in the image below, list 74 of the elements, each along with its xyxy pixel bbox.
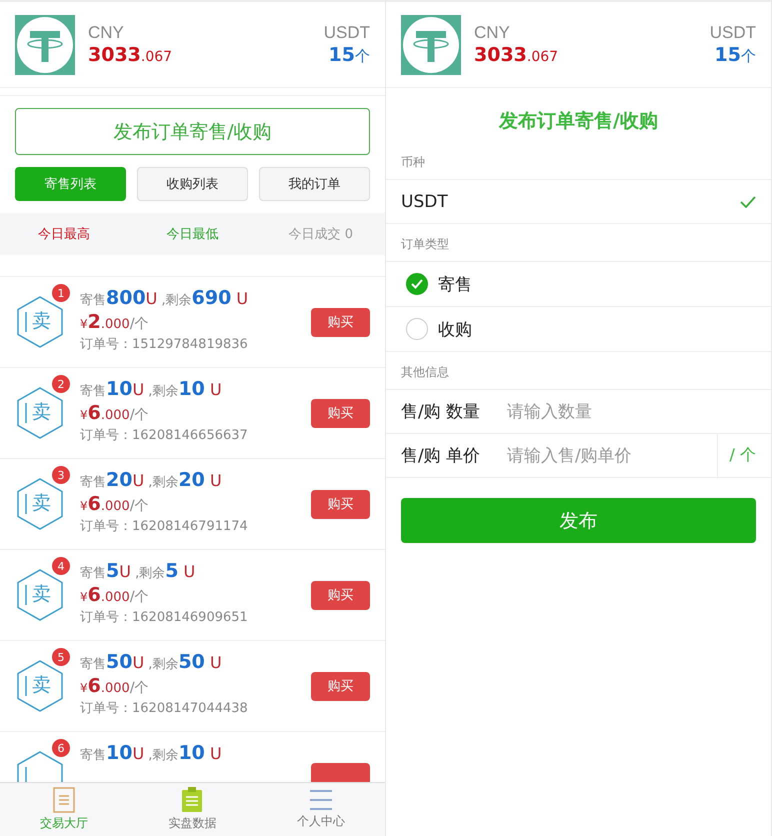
tether-logo (15, 14, 75, 74)
check-icon (411, 279, 423, 289)
order-number: 订单号：16208146791174 (80, 518, 249, 535)
index-badge: 2 (52, 375, 70, 393)
order-number: 订单号：16208147044438 (80, 700, 249, 717)
buy-button[interactable]: 购买 (311, 672, 370, 700)
usdt-balance: 15个 (714, 44, 756, 67)
field-label: 售/购 数量 (401, 401, 482, 423)
hexagon-icon (16, 478, 64, 530)
hexagon-icon (16, 569, 64, 621)
stat-label: 今日成交 0 (288, 226, 354, 243)
section-label: 币种 (386, 142, 771, 180)
cny-balance: 3033.067 (88, 44, 172, 68)
hexagon-icon (16, 660, 64, 712)
coin-option[interactable]: USDT (401, 192, 730, 212)
unit-suffix: / 个 (716, 434, 756, 477)
order-number: 订单号：16208146656637 (80, 427, 249, 444)
cny-balance: 3033.067 (474, 44, 558, 68)
order-number: 订单号：15129784819836 (80, 336, 249, 353)
radio-label: 寄售 (438, 274, 473, 296)
order-price: ¥2.000/个 (80, 311, 150, 333)
currency-label: CNY (88, 22, 124, 44)
order-summary: 寄售 20U ,剩余20 U (80, 469, 223, 491)
list-tab[interactable]: 我的订单 (259, 167, 370, 201)
publish-order-button[interactable]: 发布订单寄售/收购 (15, 108, 370, 155)
nav-tab[interactable]: 个人中心 (296, 813, 345, 830)
index-badge: 5 (52, 648, 70, 666)
index-badge: 1 (52, 284, 70, 302)
order-price: ¥6.000/个 (80, 402, 150, 424)
currency-label: CNY (474, 22, 510, 44)
index-badge: 4 (52, 557, 70, 575)
order-price: ¥6.000/个 (80, 675, 150, 697)
sell-mark: 卖 (32, 400, 51, 424)
radio-button[interactable] (406, 273, 428, 295)
order-price: ¥6.000/个 (80, 493, 150, 515)
order-summary: 寄售 50U ,剩余50 U (80, 651, 223, 673)
list-tab[interactable]: 收购列表 (137, 167, 248, 201)
order-summary: 寄售 10U ,剩余10 U (80, 742, 223, 764)
tether-logo (401, 14, 461, 74)
usdt-balance: 15个 (328, 44, 370, 67)
stat-label: 今日最低 (165, 226, 220, 243)
radio-label: 收购 (438, 318, 473, 340)
sell-mark: 卖 (32, 582, 51, 606)
buy-button[interactable]: 购买 (311, 580, 370, 610)
sell-mark: 卖 (32, 491, 51, 515)
nav-tab[interactable]: 实盘数据 (168, 815, 216, 832)
buy-button[interactable]: 购买 (311, 308, 370, 336)
hexagon-icon (16, 387, 64, 439)
stat-label: 今日最高 (37, 226, 92, 243)
clipboard-icon (181, 787, 204, 813)
buy-button[interactable]: 购买 (311, 490, 370, 518)
order-number: 订单号：16208146909651 (80, 609, 249, 626)
asset-label: USDT (710, 22, 756, 44)
order-summary: 寄售 10U ,剩余10 U (80, 378, 223, 400)
nav-tab[interactable]: 交易大厅 (40, 815, 88, 832)
form-title: 发布订单寄售/收购 (498, 109, 659, 134)
document-icon (53, 787, 76, 813)
publish-button[interactable]: 发布 (401, 498, 756, 543)
order-summary: 寄售 5U ,剩余5 U (80, 560, 196, 582)
list-tab[interactable]: 寄售列表 (15, 167, 126, 201)
menu-icon (308, 789, 333, 811)
radio-button[interactable] (406, 318, 428, 340)
sell-mark: 卖 (32, 673, 51, 697)
index-badge: 6 (52, 739, 70, 757)
section-label: 订单类型 (386, 224, 771, 262)
order-price: ¥6.000/个 (80, 584, 150, 606)
buy-button[interactable]: 购买 (311, 398, 370, 428)
asset-label: USDT (324, 22, 370, 44)
sell-mark: 卖 (32, 309, 51, 333)
order-summary: 寄售800U ,剩余690 U (80, 287, 250, 309)
index-badge: 3 (52, 466, 70, 484)
section-label: 其他信息 (386, 352, 771, 390)
field-label: 售/购 单价 (401, 445, 482, 467)
hexagon-icon (16, 296, 64, 348)
